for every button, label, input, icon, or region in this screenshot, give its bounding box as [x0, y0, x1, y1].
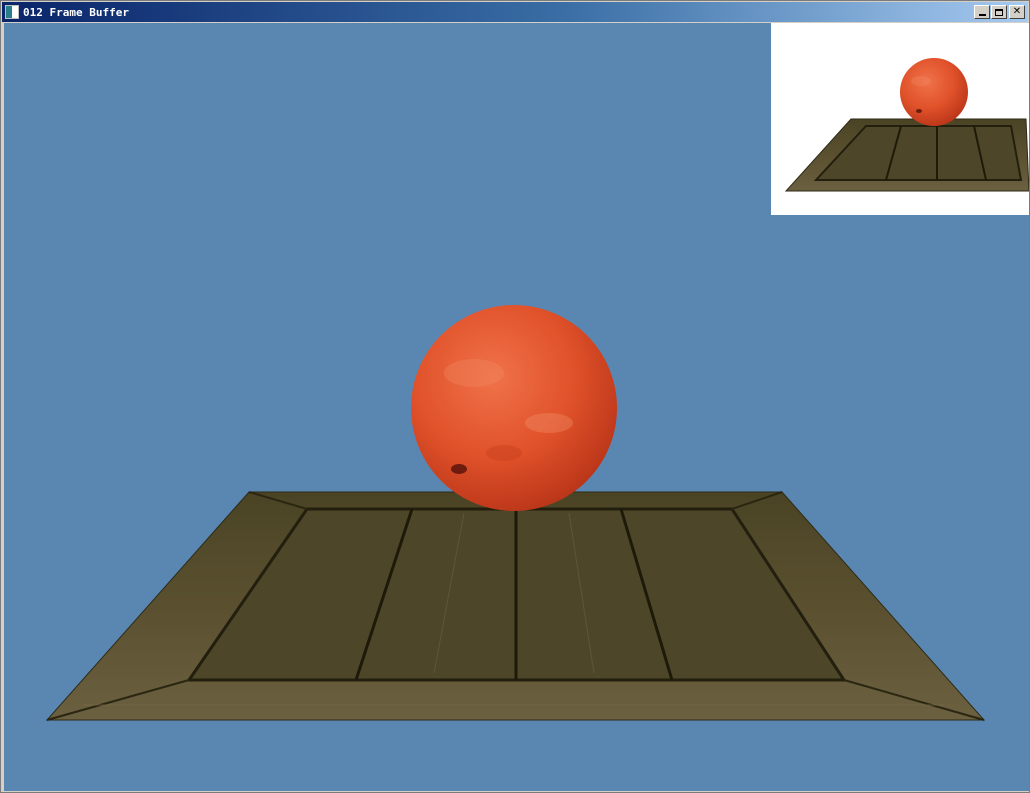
- title-bar[interactable]: 012 Frame Buffer ✕: [2, 2, 1028, 22]
- minimize-button[interactable]: [974, 5, 990, 19]
- maximize-icon: [995, 8, 1003, 16]
- close-button[interactable]: ✕: [1009, 5, 1025, 19]
- preview-sphere: [900, 58, 968, 126]
- window-controls: ✕: [973, 5, 1025, 19]
- minimize-icon: [978, 14, 986, 16]
- app-icon[interactable]: [5, 5, 19, 19]
- close-icon: ✕: [1012, 6, 1022, 17]
- wooden-crate-floor: [45, 491, 986, 721]
- preview-wooden-floor: [784, 118, 1029, 192]
- preview-scene: [784, 58, 1029, 192]
- app-window: 012 Frame Buffer ✕: [0, 0, 1030, 793]
- textured-sphere: [411, 305, 617, 511]
- opengl-viewport[interactable]: [4, 23, 1029, 791]
- maximize-button[interactable]: [991, 5, 1007, 19]
- window-title: 012 Frame Buffer: [23, 5, 129, 19]
- framebuffer-preview: [771, 23, 1029, 215]
